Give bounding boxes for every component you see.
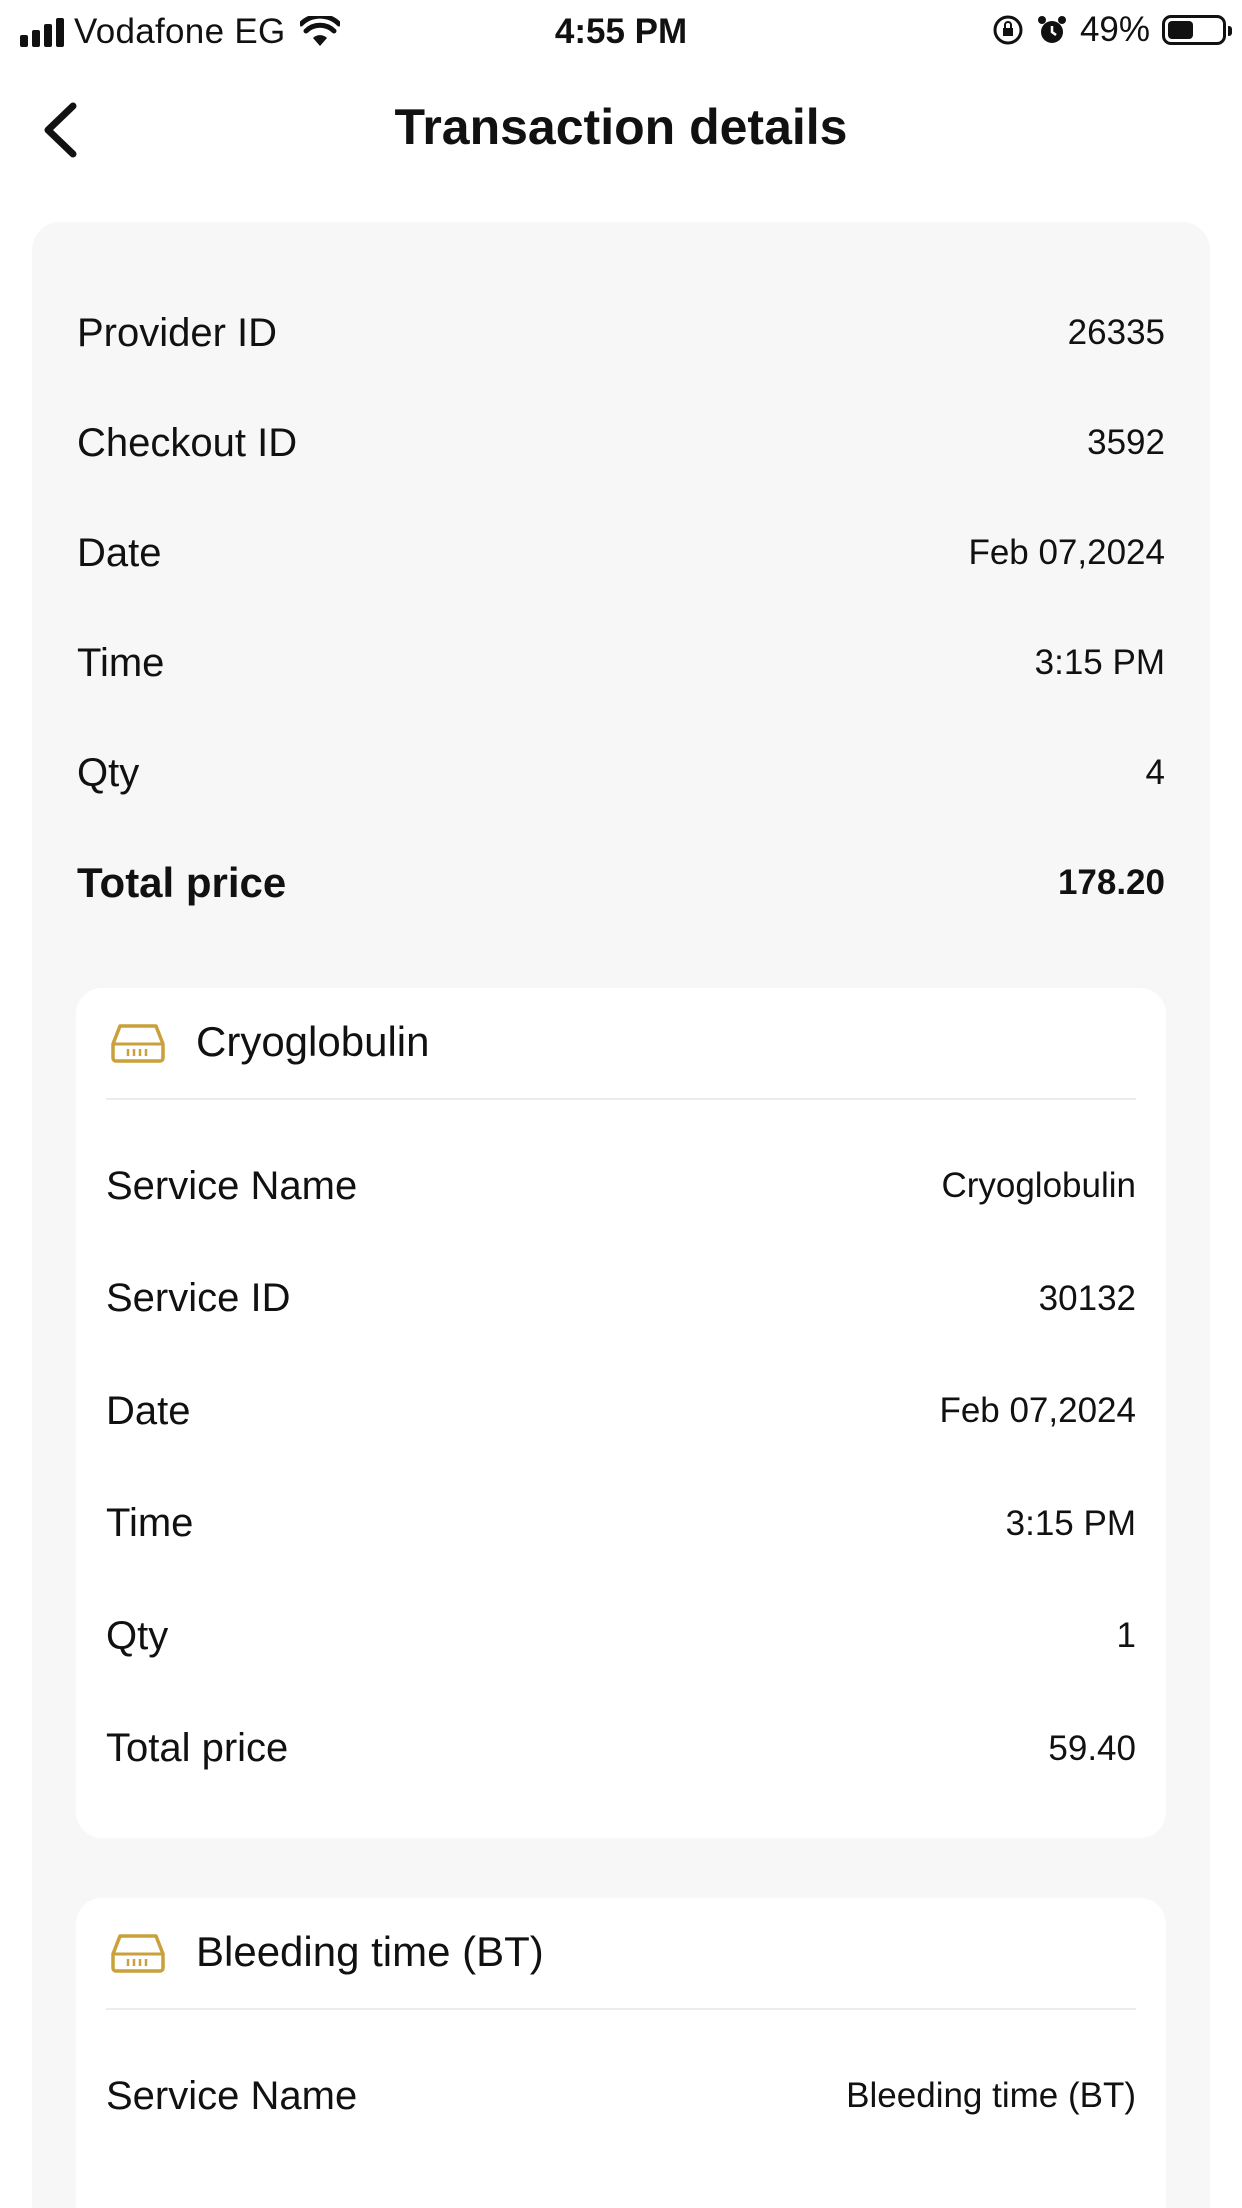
status-right: 49%	[992, 10, 1232, 50]
service-id-label: Service ID	[106, 1276, 291, 1321]
battery-fill	[1168, 21, 1194, 39]
checkout-id-label: Checkout ID	[77, 420, 298, 465]
total-price-label: Total price	[77, 859, 287, 906]
time-row: Time 3:15 PM	[77, 608, 1165, 718]
service-date-value: Feb 07,2024	[939, 1391, 1136, 1431]
qty-label: Qty	[77, 750, 140, 795]
service-details: Service Name Bleeding time (BT)	[106, 2010, 1136, 2153]
service-time-row: Time 3:15 PM	[106, 1468, 1136, 1581]
header: Transaction details	[0, 80, 1242, 180]
test-tube-rack-icon	[111, 1024, 165, 1063]
service-header: Bleeding time (BT)	[106, 1898, 1136, 2010]
total-price-row: Total price 178.20	[77, 828, 1165, 938]
service-name-row: Service Name Cryoglobulin	[106, 1130, 1136, 1243]
battery-icon	[1162, 15, 1232, 45]
service-id-row: Service ID 30132	[106, 1243, 1136, 1356]
service-name-label: Service Name	[106, 1163, 358, 1208]
transaction-summary: Provider ID 26335 Checkout ID 3592 Date …	[77, 278, 1165, 938]
alarm-icon	[1037, 16, 1066, 43]
battery-percent: 49%	[1079, 10, 1150, 49]
provider-id-label: Provider ID	[77, 310, 278, 355]
date-row: Date Feb 07,2024	[77, 498, 1165, 608]
service-name-value: Cryoglobulin	[941, 1166, 1136, 1206]
service-name-row: Service Name Bleeding time (BT)	[106, 2040, 1136, 2153]
service-qty-row: Qty 1	[106, 1580, 1136, 1693]
transaction-card: Provider ID 26335 Checkout ID 3592 Date …	[32, 222, 1210, 2208]
service-details: Service Name Cryoglobulin Service ID 301…	[106, 1100, 1136, 1805]
status-bar: Vodafone EG 4:55 PM 49%	[0, 0, 1242, 62]
provider-id-row: Provider ID 26335	[77, 278, 1165, 388]
service-title: Cryoglobulin	[196, 1018, 430, 1065]
service-total-price-row: Total price 59.40	[106, 1693, 1136, 1806]
checkout-id-value: 3592	[1087, 423, 1165, 462]
service-qty-label: Qty	[106, 1613, 169, 1658]
service-header: Cryoglobulin	[106, 988, 1136, 1100]
service-title: Bleeding time (BT)	[196, 1928, 544, 1975]
service-name-value: Bleeding time (BT)	[846, 2076, 1136, 2116]
service-time-value: 3:15 PM	[1005, 1503, 1136, 1543]
time-value: 3:15 PM	[1034, 643, 1165, 682]
service-id-value: 30132	[1038, 1278, 1136, 1318]
service-time-label: Time	[106, 1501, 194, 1546]
total-price-value: 178.20	[1057, 863, 1165, 902]
date-label: Date	[77, 530, 162, 575]
service-date-label: Date	[106, 1388, 191, 1433]
service-date-row: Date Feb 07,2024	[106, 1355, 1136, 1468]
time-label: Time	[77, 640, 165, 685]
service-card: Bleeding time (BT) Service Name Bleeding…	[76, 1898, 1166, 2208]
service-total-price-value: 59.40	[1048, 1728, 1136, 1768]
date-value: Feb 07,2024	[968, 533, 1165, 572]
rotation-lock-icon	[993, 15, 1023, 45]
qty-value: 4	[1145, 753, 1165, 792]
service-name-label: Service Name	[106, 2073, 358, 2118]
provider-id-value: 26335	[1067, 313, 1165, 352]
service-total-price-label: Total price	[106, 1726, 289, 1771]
page-title: Transaction details	[394, 99, 848, 155]
service-qty-value: 1	[1116, 1616, 1136, 1656]
service-card: Cryoglobulin Service Name Cryoglobulin S…	[76, 988, 1166, 1838]
test-tube-rack-icon	[111, 1934, 165, 1973]
qty-row: Qty 4	[77, 718, 1165, 828]
checkout-id-row: Checkout ID 3592	[77, 388, 1165, 498]
